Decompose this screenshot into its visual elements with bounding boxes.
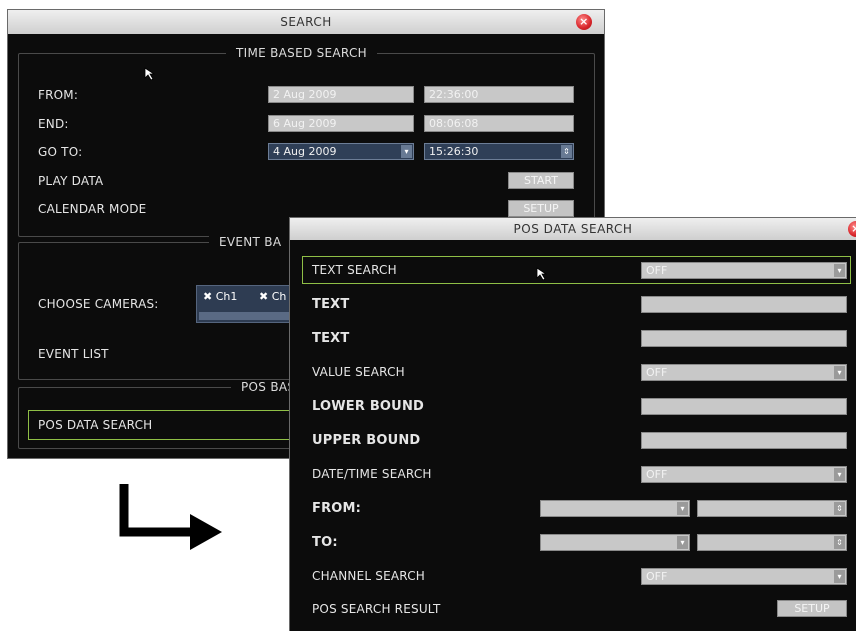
goto-date-dropdown[interactable]: 4 Aug 2009 ▾ — [268, 143, 414, 160]
goto-time-spin-icon[interactable]: ⇕ — [561, 145, 572, 158]
pos-to-time-spinner[interactable]: ⇕ — [697, 534, 847, 551]
pos-window-close-icon[interactable]: × — [848, 221, 856, 237]
play-data-label: PLAY DATA — [38, 174, 104, 188]
lower-bound-label: LOWER BOUND — [312, 399, 425, 414]
mouse-cursor-icon — [144, 67, 156, 81]
pos-result-setup-button[interactable]: SETUP — [777, 600, 847, 617]
goto-date-value: 4 Aug 2009 — [273, 145, 337, 158]
text-search-dropdown[interactable]: OFF ▾ — [641, 262, 847, 279]
end-label: END: — [38, 117, 69, 131]
from-date-field[interactable]: 2 Aug 2009 — [268, 86, 414, 103]
text-label-1: TEXT — [312, 297, 350, 312]
choose-cameras-label: CHOOSE CAMERAS: — [38, 297, 159, 311]
pos-window-titlebar: POS DATA SEARCH × — [290, 218, 856, 240]
start-button[interactable]: START — [508, 172, 574, 189]
text-search-dropdown-icon[interactable]: ▾ — [834, 264, 845, 277]
camera-list[interactable]: ✖ Ch1 ✖ Ch — [196, 285, 298, 323]
channel-search-dropdown-icon[interactable]: ▾ — [834, 570, 845, 583]
camera-item[interactable]: ✖ Ch — [259, 290, 286, 303]
text-label-2: TEXT — [312, 331, 350, 346]
upper-bound-label: UPPER BOUND — [312, 433, 421, 448]
channel-search-value: OFF — [646, 570, 668, 583]
value-search-label: VALUE SEARCH — [312, 365, 405, 379]
pos-data-search-label: POS DATA SEARCH — [38, 418, 153, 432]
calendar-mode-label: CALENDAR MODE — [38, 202, 147, 216]
event-based-search-title: EVENT BA — [209, 235, 292, 249]
end-time-field[interactable]: 08:06:08 — [424, 115, 574, 132]
goto-label: GO TO: — [38, 145, 83, 159]
from-label: FROM: — [38, 88, 79, 102]
pos-search-result-label: POS SEARCH RESULT — [312, 602, 441, 616]
event-list-label: EVENT LIST — [38, 347, 109, 361]
channel-search-label: CHANNEL SEARCH — [312, 569, 425, 583]
pos-from-time-spinner[interactable]: ⇕ — [697, 500, 847, 517]
text-search-value: OFF — [646, 264, 668, 277]
value-search-dropdown[interactable]: OFF ▾ — [641, 364, 847, 381]
pos-window-title: POS DATA SEARCH — [513, 222, 633, 236]
time-based-search-title: TIME BASED SEARCH — [226, 46, 377, 60]
pos-from-label: FROM: — [312, 501, 362, 516]
goto-date-dropdown-icon[interactable]: ▾ — [401, 145, 412, 158]
channel-search-dropdown[interactable]: OFF ▾ — [641, 568, 847, 585]
datetime-search-dropdown-icon[interactable]: ▾ — [834, 468, 845, 481]
search-window-titlebar: SEARCH × — [8, 10, 604, 34]
pos-from-date-dropdown[interactable]: ▾ — [540, 500, 690, 517]
camera-list-scrollbar[interactable] — [199, 312, 289, 320]
pos-from-date-dropdown-icon[interactable]: ▾ — [677, 502, 688, 515]
end-date-field[interactable]: 6 Aug 2009 — [268, 115, 414, 132]
from-time-field[interactable]: 22:36:00 — [424, 86, 574, 103]
pos-data-search-window: POS DATA SEARCH × TEXT SEARCH OFF ▾ TEXT… — [290, 218, 856, 631]
text-input-1[interactable] — [641, 296, 847, 313]
goto-time-value: 15:26:30 — [429, 145, 479, 158]
lower-bound-input[interactable] — [641, 398, 847, 415]
upper-bound-input[interactable] — [641, 432, 847, 449]
datetime-search-value: OFF — [646, 468, 668, 481]
calendar-setup-button[interactable]: SETUP — [508, 200, 574, 217]
pos-from-time-spin-icon[interactable]: ⇕ — [834, 502, 845, 515]
pos-to-time-spin-icon[interactable]: ⇕ — [834, 536, 845, 549]
value-search-value: OFF — [646, 366, 668, 379]
pos-to-label: TO: — [312, 535, 338, 550]
datetime-search-label: DATE/TIME SEARCH — [312, 467, 432, 481]
flow-arrow-icon — [119, 484, 222, 550]
mouse-cursor-icon — [536, 267, 548, 281]
search-window-close-icon[interactable]: × — [576, 14, 592, 30]
value-search-dropdown-icon[interactable]: ▾ — [834, 366, 845, 379]
pos-to-date-dropdown[interactable]: ▾ — [540, 534, 690, 551]
goto-time-spinner[interactable]: 15:26:30 ⇕ — [424, 143, 574, 160]
datetime-search-dropdown[interactable]: OFF ▾ — [641, 466, 847, 483]
text-search-label: TEXT SEARCH — [312, 263, 397, 277]
camera-item[interactable]: ✖ Ch1 — [203, 290, 237, 303]
pos-to-date-dropdown-icon[interactable]: ▾ — [677, 536, 688, 549]
text-input-2[interactable] — [641, 330, 847, 347]
search-window-title: SEARCH — [280, 15, 332, 29]
